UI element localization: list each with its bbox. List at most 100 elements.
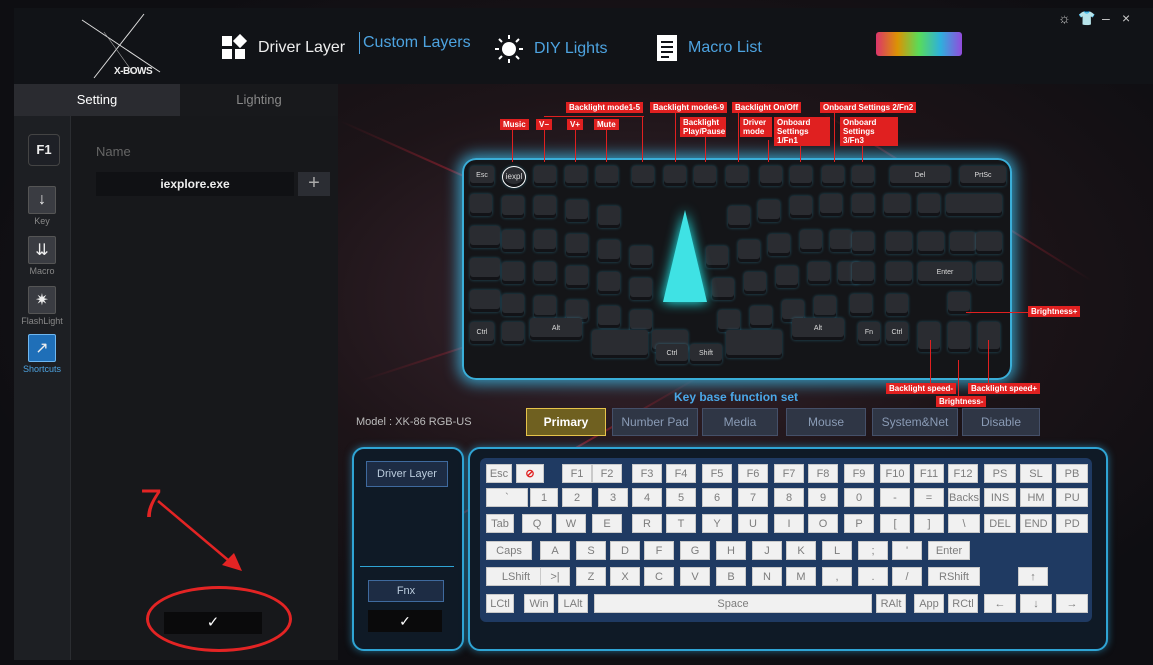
- virtual-key[interactable]: H: [716, 541, 746, 560]
- virtual-key[interactable]: 8: [774, 488, 804, 507]
- tab-lighting[interactable]: Lighting: [180, 84, 338, 116]
- virtual-key[interactable]: RCtl: [948, 594, 978, 613]
- virtual-key[interactable]: A: [540, 541, 570, 560]
- virtual-key[interactable]: Y: [702, 514, 732, 533]
- layer-confirm-button[interactable]: ✓: [368, 610, 442, 632]
- virtual-key[interactable]: F: [644, 541, 674, 560]
- virtual-key[interactable]: LCtl: [486, 594, 514, 613]
- virtual-key[interactable]: RShift: [928, 567, 980, 586]
- virtual-key[interactable]: .: [858, 567, 888, 586]
- virtual-key[interactable]: [: [880, 514, 910, 533]
- function-tab-media[interactable]: Media: [702, 408, 778, 436]
- skin-icon[interactable]: 👕: [1078, 10, 1095, 27]
- function-tab-number-pad[interactable]: Number Pad: [612, 408, 698, 436]
- virtual-key[interactable]: F4: [666, 464, 696, 483]
- virtual-key[interactable]: 0: [844, 488, 874, 507]
- virtual-key[interactable]: INS: [984, 488, 1016, 507]
- virtual-key[interactable]: 9: [808, 488, 838, 507]
- virtual-key[interactable]: U: [738, 514, 768, 533]
- virtual-key[interactable]: 5: [666, 488, 696, 507]
- virtual-key[interactable]: Tab: [486, 514, 514, 533]
- virtual-key[interactable]: →: [1056, 594, 1088, 613]
- virtual-key[interactable]: Win: [524, 594, 554, 613]
- virtual-key[interactable]: ,: [822, 567, 852, 586]
- virtual-key[interactable]: E: [592, 514, 622, 533]
- layer-badge-f1[interactable]: F1: [28, 134, 60, 166]
- virtual-key[interactable]: App: [914, 594, 944, 613]
- virtual-key[interactable]: 1: [530, 488, 558, 507]
- virtual-key[interactable]: T: [666, 514, 696, 533]
- virtual-key[interactable]: R: [632, 514, 662, 533]
- virtual-key[interactable]: LShift: [486, 567, 546, 586]
- virtual-key[interactable]: Z: [576, 567, 606, 586]
- virtual-key[interactable]: M: [786, 567, 816, 586]
- virtual-key[interactable]: ↑: [1018, 567, 1048, 586]
- virtual-key[interactable]: 7: [738, 488, 768, 507]
- virtual-key[interactable]: PU: [1056, 488, 1088, 507]
- virtual-key[interactable]: D: [610, 541, 640, 560]
- virtual-key[interactable]: 4: [632, 488, 662, 507]
- sidebar-item-flashlight[interactable]: ✷ FlashLight: [14, 286, 70, 326]
- virtual-key[interactable]: Space: [594, 594, 872, 613]
- virtual-key[interactable]: ↓: [1020, 594, 1052, 613]
- virtual-key[interactable]: F12: [948, 464, 978, 483]
- virtual-key[interactable]: J: [752, 541, 782, 560]
- sidebar-item-shortcuts[interactable]: ↗ Shortcuts: [14, 334, 70, 374]
- virtual-key[interactable]: F5: [702, 464, 732, 483]
- virtual-key[interactable]: P: [844, 514, 874, 533]
- virtual-key[interactable]: I: [774, 514, 804, 533]
- virtual-key[interactable]: Backs: [948, 488, 980, 507]
- virtual-key[interactable]: Q: [522, 514, 552, 533]
- driver-layer-button[interactable]: Driver Layer: [366, 461, 448, 487]
- virtual-key[interactable]: PS: [984, 464, 1016, 483]
- nav-custom-layers[interactable]: Custom Layers: [363, 34, 471, 52]
- virtual-key[interactable]: V: [680, 567, 710, 586]
- minimize-button[interactable]: –: [1102, 10, 1110, 26]
- virtual-key[interactable]: O: [808, 514, 838, 533]
- virtual-key[interactable]: F11: [914, 464, 944, 483]
- virtual-key[interactable]: F10: [880, 464, 910, 483]
- virtual-key[interactable]: END: [1020, 514, 1052, 533]
- virtual-key[interactable]: Enter: [928, 541, 970, 560]
- virtual-key[interactable]: F8: [808, 464, 838, 483]
- virtual-key[interactable]: ←: [984, 594, 1016, 613]
- nav-macro-list[interactable]: Macro List: [656, 34, 762, 62]
- virtual-key[interactable]: ;: [858, 541, 888, 560]
- virtual-key[interactable]: S: [576, 541, 606, 560]
- virtual-key[interactable]: Esc: [486, 464, 512, 483]
- virtual-key[interactable]: 3: [598, 488, 628, 507]
- virtual-key[interactable]: /: [892, 567, 922, 586]
- virtual-key[interactable]: ⊘: [516, 464, 544, 483]
- virtual-key[interactable]: PD: [1056, 514, 1088, 533]
- virtual-key[interactable]: RAlt: [876, 594, 906, 613]
- virtual-key[interactable]: C: [644, 567, 674, 586]
- close-button[interactable]: ×: [1122, 10, 1130, 26]
- virtual-key[interactable]: K: [786, 541, 816, 560]
- virtual-key[interactable]: 2: [562, 488, 592, 507]
- virtual-key[interactable]: F1: [562, 464, 592, 483]
- virtual-key[interactable]: HM: [1020, 488, 1052, 507]
- shortcut-name-field[interactable]: iexplore.exe: [96, 172, 294, 196]
- settings-icon[interactable]: ☼: [1058, 10, 1071, 26]
- virtual-key[interactable]: 6: [702, 488, 732, 507]
- virtual-key[interactable]: B: [716, 567, 746, 586]
- function-tab-primary[interactable]: Primary: [526, 408, 606, 436]
- virtual-key[interactable]: SL: [1020, 464, 1052, 483]
- virtual-key[interactable]: F7: [774, 464, 804, 483]
- virtual-key[interactable]: DEL: [984, 514, 1016, 533]
- function-tab-disable[interactable]: Disable: [962, 408, 1040, 436]
- virtual-key[interactable]: =: [914, 488, 944, 507]
- fnx-button[interactable]: Fnx: [368, 580, 444, 602]
- sidebar-item-macro[interactable]: ⇊ Macro: [14, 236, 70, 276]
- virtual-key[interactable]: LAlt: [558, 594, 588, 613]
- add-shortcut-button[interactable]: +: [298, 172, 330, 196]
- virtual-key[interactable]: F6: [738, 464, 768, 483]
- nav-driver-layer[interactable]: Driver Layer: [220, 34, 345, 62]
- virtual-key[interactable]: `: [486, 488, 528, 507]
- virtual-key[interactable]: G: [680, 541, 710, 560]
- virtual-key[interactable]: F9: [844, 464, 874, 483]
- function-tab-system-net[interactable]: System&Net: [872, 408, 958, 436]
- virtual-key[interactable]: X: [610, 567, 640, 586]
- virtual-key[interactable]: F2: [592, 464, 622, 483]
- virtual-key[interactable]: L: [822, 541, 852, 560]
